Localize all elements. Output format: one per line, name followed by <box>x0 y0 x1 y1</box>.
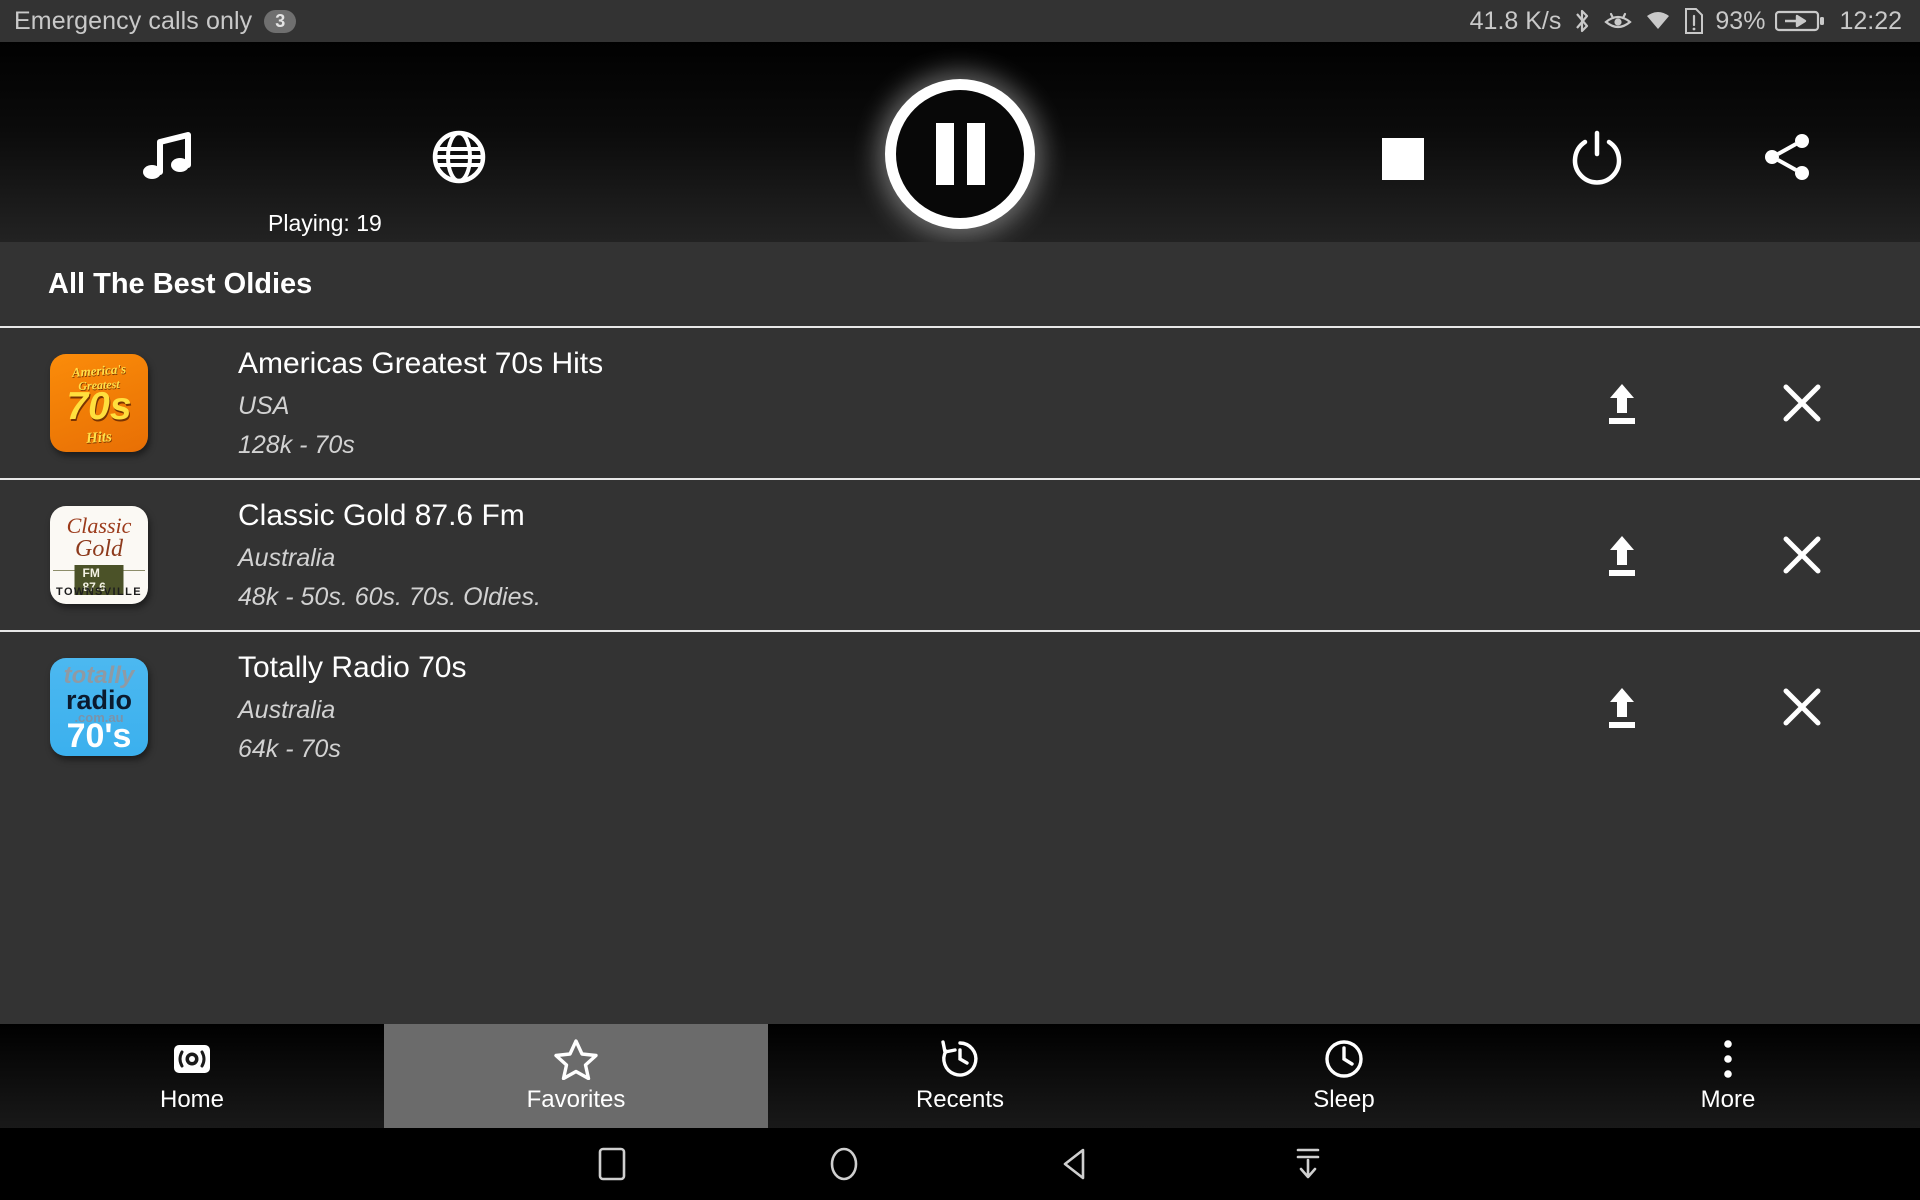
move-to-top-icon[interactable] <box>1590 675 1654 739</box>
station-meta: 128k - 70s <box>238 430 355 459</box>
station-logo-line4: 70's <box>66 717 132 756</box>
row-actions <box>1590 675 1834 739</box>
pause-ring <box>885 79 1035 229</box>
tab-label: Sleep <box>1313 1086 1375 1113</box>
station-name: Americas Greatest 70s Hits <box>238 346 604 380</box>
bluetooth-icon <box>1571 6 1593 36</box>
network-speed-label: 41.8 K/s <box>1469 6 1562 35</box>
remove-icon[interactable] <box>1770 675 1834 739</box>
globe-icon[interactable] <box>424 122 494 192</box>
wifi-icon <box>1643 8 1673 34</box>
star-icon <box>554 1038 598 1080</box>
carrier-label: Emergency calls only <box>14 6 253 35</box>
station-logo: America's Greatest 70s Hits <box>50 354 148 452</box>
app-root: Emergency calls only 3 41.8 K/s 93% 12:2… <box>0 0 1920 1200</box>
station-list: America's Greatest 70s Hits Americas Gre… <box>0 326 1920 1200</box>
remove-icon[interactable] <box>1770 523 1834 587</box>
recents-square-icon[interactable] <box>576 1140 648 1188</box>
row-actions <box>1590 371 1834 435</box>
radio-icon <box>171 1038 213 1080</box>
station-info: Classic Gold 87.6 Fm Australia 48k - 50s… <box>238 499 1590 612</box>
tab-sleep[interactable]: Sleep <box>1152 1024 1536 1128</box>
page-title: All The Best Oldies <box>0 242 1920 326</box>
clock-icon <box>1323 1038 1365 1080</box>
tab-more[interactable]: More <box>1536 1024 1920 1128</box>
station-logo: Classic Gold FM 87.6 TOWNSVILLE <box>50 506 148 604</box>
station-info: Totally Radio 70s Australia 64k - 70s <box>238 651 1590 764</box>
back-triangle-icon[interactable] <box>1040 1140 1112 1188</box>
station-logo-line4: TOWNSVILLE <box>56 586 142 598</box>
tab-label: Home <box>159 1086 225 1113</box>
tab-label: Favorites <box>526 1086 626 1113</box>
history-icon <box>939 1038 981 1080</box>
tab-recents[interactable]: Recents <box>768 1024 1152 1128</box>
table-row[interactable]: America's Greatest 70s Hits Americas Gre… <box>0 326 1920 478</box>
station-meta: 48k - 50s. 60s. 70s. Oldies. <box>238 582 541 611</box>
music-note-icon[interactable] <box>132 122 202 192</box>
eye-icon <box>1603 8 1633 34</box>
playing-count-label: Playing: 19 <box>268 210 382 236</box>
clock-label: 12:22 <box>1839 6 1902 35</box>
sim-alert-icon <box>1683 7 1705 35</box>
stop-icon[interactable] <box>1368 124 1438 194</box>
hide-navbar-icon[interactable] <box>1272 1140 1344 1188</box>
bottom-tab-bar: Home Favorites Recents Sleep More <box>0 1024 1920 1128</box>
tab-home[interactable]: Home <box>0 1024 384 1128</box>
move-to-top-icon[interactable] <box>1590 371 1654 435</box>
pause-bars <box>935 123 985 185</box>
table-row[interactable]: totally radio .com.au 70's Totally Radio… <box>0 630 1920 782</box>
tab-label: Recents <box>915 1086 1005 1113</box>
tab-label: More <box>1700 1086 1756 1113</box>
tab-favorites[interactable]: Favorites <box>384 1024 768 1128</box>
station-name: Classic Gold 87.6 Fm <box>238 498 525 532</box>
station-logo-line3: 70s <box>66 385 132 428</box>
move-to-top-icon[interactable] <box>1590 523 1654 587</box>
home-circle-icon[interactable] <box>808 1140 880 1188</box>
android-status-bar: Emergency calls only 3 41.8 K/s 93% 12:2… <box>0 0 1920 42</box>
station-meta: 64k - 70s <box>238 734 341 763</box>
station-name: Totally Radio 70s <box>238 650 467 684</box>
notification-count-badge: 3 <box>264 9 297 33</box>
android-navigation-bar <box>0 1128 1920 1200</box>
more-vert-icon <box>1720 1038 1736 1080</box>
share-icon[interactable] <box>1752 122 1822 192</box>
station-logo: totally radio .com.au 70's <box>50 658 148 756</box>
station-logo-line2: Gold <box>75 536 123 562</box>
player-header: Playing: 19 <box>0 42 1920 264</box>
station-country: USA <box>238 391 290 420</box>
row-actions <box>1590 523 1834 587</box>
station-logo-line4: Hits <box>85 429 113 447</box>
pause-button[interactable] <box>880 74 1040 234</box>
status-bar-right: 41.8 K/s 93% 12:22 <box>1470 6 1902 36</box>
station-info: Americas Greatest 70s Hits USA 128k - 70… <box>238 347 1590 460</box>
table-row[interactable]: Classic Gold FM 87.6 TOWNSVILLE Classic … <box>0 478 1920 630</box>
power-icon[interactable] <box>1562 122 1632 192</box>
station-country: Australia <box>238 695 336 724</box>
station-country: Australia <box>238 543 336 572</box>
status-bar-left: Emergency calls only 3 <box>14 6 297 36</box>
battery-percent-label: 93% <box>1715 6 1766 35</box>
remove-icon[interactable] <box>1770 371 1834 435</box>
battery-charging-icon <box>1775 8 1825 34</box>
